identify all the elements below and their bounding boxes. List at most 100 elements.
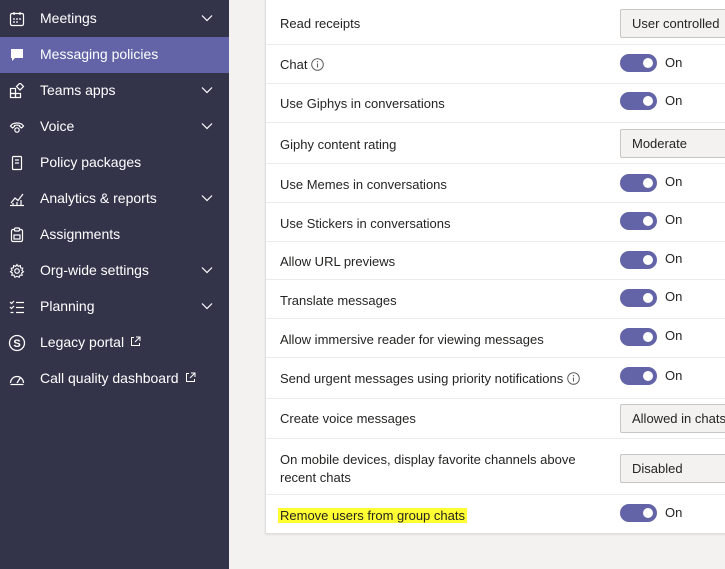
toggle-knob bbox=[643, 216, 653, 226]
toggle-knob bbox=[643, 332, 653, 342]
setting-label: Translate messages bbox=[280, 293, 397, 308]
memes-toggle[interactable] bbox=[620, 174, 657, 192]
setting-row-remove-users: Remove users from group chats On bbox=[266, 495, 725, 534]
nav-label: Org-wide settings bbox=[40, 262, 149, 278]
setting-label: On mobile devices, display favorite chan… bbox=[280, 452, 576, 485]
skype-icon: S bbox=[8, 334, 26, 352]
favorite-channels-dropdown[interactable]: Disabled bbox=[620, 454, 725, 483]
calendar-icon bbox=[8, 10, 26, 28]
toggle-state-label: On bbox=[665, 174, 683, 189]
nav-label-text: Legacy portal bbox=[40, 334, 125, 350]
toggle-knob bbox=[643, 96, 653, 106]
package-icon bbox=[8, 154, 26, 172]
nav-label: Analytics & reports bbox=[40, 190, 157, 206]
messaging-settings-card: Read receipts User controlled Chat On Us… bbox=[265, 0, 725, 534]
nav-label: Teams apps bbox=[40, 82, 116, 98]
chart-icon bbox=[8, 190, 26, 208]
setting-label: Use Memes in conversations bbox=[280, 177, 447, 192]
setting-label-text: Chat bbox=[280, 57, 308, 72]
setting-label: Giphy content rating bbox=[280, 137, 397, 152]
nav-label: Policy packages bbox=[40, 154, 142, 170]
priority-notifications-toggle[interactable] bbox=[620, 367, 657, 385]
nav-label-text: Call quality dashboard bbox=[40, 370, 179, 386]
voice-icon bbox=[8, 118, 26, 136]
setting-label: Use Giphys in conversations bbox=[280, 96, 445, 111]
setting-label: Use Stickers in conversations bbox=[280, 216, 451, 231]
immersive-reader-toggle[interactable] bbox=[620, 328, 657, 346]
toggle-state-label: On bbox=[665, 328, 683, 343]
toggle-knob bbox=[643, 371, 653, 381]
nav-label: Assignments bbox=[40, 226, 121, 242]
nav-item-voice[interactable]: Voice bbox=[0, 109, 229, 145]
nav-label: Meetings bbox=[40, 10, 97, 26]
read-receipts-dropdown[interactable]: User controlled bbox=[620, 9, 725, 38]
gauge-icon bbox=[8, 370, 26, 388]
toggle-state-label: On bbox=[665, 93, 683, 108]
setting-row-read-receipts: Read receipts User controlled bbox=[266, 0, 725, 45]
giphy-rating-dropdown[interactable]: Moderate bbox=[620, 129, 725, 158]
nav-item-legacy-portal[interactable]: S Legacy portal bbox=[0, 325, 229, 361]
left-nav: Meetings Messaging policies Teams apps V… bbox=[0, 0, 229, 569]
main-content: Read receipts User controlled Chat On Us… bbox=[229, 0, 725, 569]
chevron-down-icon bbox=[201, 195, 213, 202]
translate-toggle[interactable] bbox=[620, 289, 657, 307]
nav-item-org-wide-settings[interactable]: Org-wide settings bbox=[0, 253, 229, 289]
gear-icon bbox=[8, 262, 26, 280]
chevron-down-icon bbox=[201, 15, 213, 22]
info-icon[interactable] bbox=[311, 58, 325, 71]
setting-label: Allow immersive reader for viewing messa… bbox=[280, 332, 544, 347]
toggle-state-label: On bbox=[665, 251, 683, 266]
highlighted-label-text: Remove users from group chats bbox=[278, 508, 467, 523]
nav-item-call-quality-dashboard[interactable]: Call quality dashboard bbox=[0, 361, 229, 397]
url-previews-toggle[interactable] bbox=[620, 251, 657, 269]
toggle-state-label: On bbox=[665, 505, 683, 520]
setting-row-voice-messages: Create voice messages Allowed in chats bbox=[266, 399, 725, 439]
nav-label: Messaging policies bbox=[40, 46, 159, 62]
stickers-toggle[interactable] bbox=[620, 212, 657, 230]
nav-item-teams-apps[interactable]: Teams apps bbox=[0, 73, 229, 109]
setting-row-translate: Translate messages On bbox=[266, 280, 725, 319]
toggle-state-label: On bbox=[665, 55, 683, 70]
nav-item-meetings[interactable]: Meetings bbox=[0, 1, 229, 37]
external-link-icon bbox=[131, 336, 141, 346]
voice-messages-dropdown[interactable]: Allowed in chats bbox=[620, 404, 725, 433]
chevron-down-icon bbox=[201, 123, 213, 130]
setting-row-favorite-channels: On mobile devices, display favorite chan… bbox=[266, 439, 725, 495]
toggle-knob bbox=[643, 293, 653, 303]
setting-row-url-previews: Allow URL previews On bbox=[266, 242, 725, 280]
setting-row-stickers: Use Stickers in conversations On bbox=[266, 203, 725, 242]
chat-bubble-icon bbox=[8, 46, 26, 64]
setting-row-immersive-reader: Allow immersive reader for viewing messa… bbox=[266, 319, 725, 358]
chevron-down-icon bbox=[201, 303, 213, 310]
setting-row-memes: Use Memes in conversations On bbox=[266, 164, 725, 203]
setting-row-giphy-rating: Giphy content rating Moderate bbox=[266, 123, 725, 164]
info-icon[interactable] bbox=[567, 372, 581, 385]
setting-label: Read receipts bbox=[280, 16, 361, 31]
remove-users-toggle[interactable] bbox=[620, 504, 657, 522]
nav-item-messaging-policies[interactable]: Messaging policies bbox=[0, 37, 229, 73]
external-link-icon bbox=[185, 372, 196, 382]
setting-row-chat: Chat On bbox=[266, 45, 725, 84]
toggle-knob bbox=[643, 178, 653, 188]
apps-icon bbox=[8, 82, 26, 100]
setting-row-giphys: Use Giphys in conversations On bbox=[266, 84, 725, 123]
setting-label: Allow URL previews bbox=[280, 254, 396, 269]
nav-label: Call quality dashboard bbox=[40, 370, 196, 386]
chat-toggle[interactable] bbox=[620, 54, 657, 72]
svg-text:S: S bbox=[13, 338, 20, 350]
toggle-knob bbox=[643, 255, 653, 265]
nav-item-planning[interactable]: Planning bbox=[0, 289, 229, 325]
toggle-state-label: On bbox=[665, 368, 683, 383]
chevron-down-icon bbox=[201, 267, 213, 274]
setting-label-text: Send urgent messages using priority noti… bbox=[280, 371, 564, 386]
nav-item-analytics-reports[interactable]: Analytics & reports bbox=[0, 181, 229, 217]
nav-item-assignments[interactable]: Assignments bbox=[0, 217, 229, 253]
giphys-toggle[interactable] bbox=[620, 92, 657, 110]
clipboard-icon bbox=[8, 226, 26, 244]
toggle-state-label: On bbox=[665, 212, 683, 227]
setting-row-priority-notifications: Send urgent messages using priority noti… bbox=[266, 358, 725, 399]
setting-label: Send urgent messages using priority noti… bbox=[280, 370, 581, 388]
nav-item-policy-packages[interactable]: Policy packages bbox=[0, 145, 229, 181]
toggle-state-label: On bbox=[665, 289, 683, 304]
toggle-knob bbox=[643, 58, 653, 68]
